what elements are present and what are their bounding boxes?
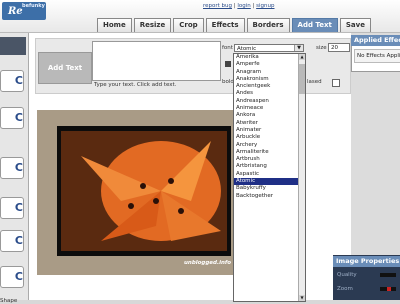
text-input-hint: Type your text. Click add text. <box>94 82 177 88</box>
aliased-checkbox[interactable] <box>332 79 340 87</box>
font-label: font <box>222 45 233 51</box>
lily-image <box>61 131 227 251</box>
text-style-button-2[interactable]: C <box>0 107 24 129</box>
font-select-value: Atomic <box>237 46 257 52</box>
add-text-button[interactable]: Add Text <box>38 52 92 84</box>
font-option[interactable]: Backtogether <box>234 193 298 200</box>
zoom-label: Zoom <box>337 286 353 292</box>
tab-add-text[interactable]: Add Text <box>291 18 338 32</box>
tab-resize[interactable]: Resize <box>133 18 172 32</box>
left-tool-panel: C C C C C C Shape <box>0 33 29 304</box>
text-style-button-1[interactable]: C <box>0 70 24 92</box>
tab-crop[interactable]: Crop <box>173 18 204 32</box>
text-input-area[interactable] <box>92 41 221 81</box>
font-option[interactable]: Atomic <box>234 178 298 186</box>
link-separator: | <box>252 3 255 9</box>
font-option[interactable]: Ancientgeek <box>234 83 298 90</box>
font-option[interactable]: Artbrush <box>234 156 298 163</box>
size-label: size <box>316 45 327 51</box>
login-link[interactable]: login <box>237 3 250 9</box>
font-option[interactable]: Andes <box>234 90 298 97</box>
font-option[interactable]: Amperfe <box>234 61 298 68</box>
font-option[interactable]: Animater <box>234 127 298 134</box>
report-bug-link[interactable]: report bug <box>203 3 232 9</box>
font-select[interactable]: Atomic ▼ <box>234 44 304 52</box>
tab-save[interactable]: Save <box>339 18 371 32</box>
font-option[interactable]: Babykruffy <box>234 185 298 192</box>
color-swatch-icon[interactable] <box>225 61 231 67</box>
signup-link[interactable]: signup <box>256 3 274 9</box>
text-style-button-3[interactable]: C <box>0 157 24 179</box>
left-panel-header <box>0 37 26 55</box>
lily-photo[interactable] <box>61 131 227 251</box>
tab-borders[interactable]: Borders <box>246 18 290 32</box>
top-bar: befunky Re report bug | login | signup H… <box>0 0 400 33</box>
tab-home[interactable]: Home <box>97 18 132 32</box>
image-properties-title: Image Properties <box>333 256 400 267</box>
font-dropdown-list[interactable]: Amerika Amperfe Anagram Anakronism Ancientge… <box>233 53 306 302</box>
shape-label: Shape <box>0 298 18 304</box>
scroll-up-icon[interactable]: ▲ <box>299 54 305 60</box>
applied-effects-content: No Effects Applied <box>354 49 400 63</box>
logo-subtext: befunky <box>22 3 45 9</box>
font-option[interactable]: Anakronism <box>234 76 298 83</box>
link-separator: | <box>233 3 236 9</box>
applied-effects-title: Applied Effects <box>351 35 400 46</box>
font-option[interactable]: Arbuckle <box>234 134 298 141</box>
font-option[interactable]: Atwriter <box>234 120 298 127</box>
logo-text: Re <box>8 6 23 17</box>
quality-label: Quality <box>337 272 357 278</box>
font-option[interactable]: Artbristang <box>234 163 298 170</box>
text-style-button-6[interactable]: C <box>0 266 24 288</box>
font-option[interactable]: Archery <box>234 142 298 149</box>
scroll-thumb[interactable] <box>299 64 305 94</box>
top-links: report bug | login | signup <box>203 3 275 9</box>
app-logo[interactable]: befunky Re <box>2 2 46 20</box>
font-option[interactable]: Amerika <box>234 54 298 61</box>
photo-watermark: unblogged.info <box>184 260 232 266</box>
main-tabs: Home Resize Crop Effects Borders Add Tex… <box>97 18 371 32</box>
font-option[interactable]: Animeace <box>234 105 298 112</box>
font-option[interactable]: Ankora <box>234 112 298 119</box>
text-style-button-4[interactable]: C <box>0 197 24 219</box>
font-option[interactable]: Andreaspen <box>234 98 298 105</box>
font-option[interactable]: Aspastic <box>234 171 298 178</box>
scroll-down-icon[interactable]: ▼ <box>299 295 305 301</box>
text-style-button-5[interactable]: C <box>0 230 24 252</box>
aliased-label: lased <box>307 79 322 85</box>
font-option[interactable]: Anagram <box>234 69 298 76</box>
chevron-down-icon[interactable]: ▼ <box>294 45 303 51</box>
dropdown-scrollbar[interactable]: ▲ ▼ <box>298 54 305 301</box>
zoom-slider-handle[interactable] <box>387 287 391 291</box>
font-option[interactable]: Armaliterite <box>234 149 298 156</box>
tab-effects[interactable]: Effects <box>205 18 245 32</box>
quality-slider[interactable] <box>380 273 396 277</box>
font-size-input[interactable]: 20 <box>328 43 350 52</box>
font-options: Amerika Amperfe Anagram Anakronism Ancientge… <box>234 54 298 200</box>
